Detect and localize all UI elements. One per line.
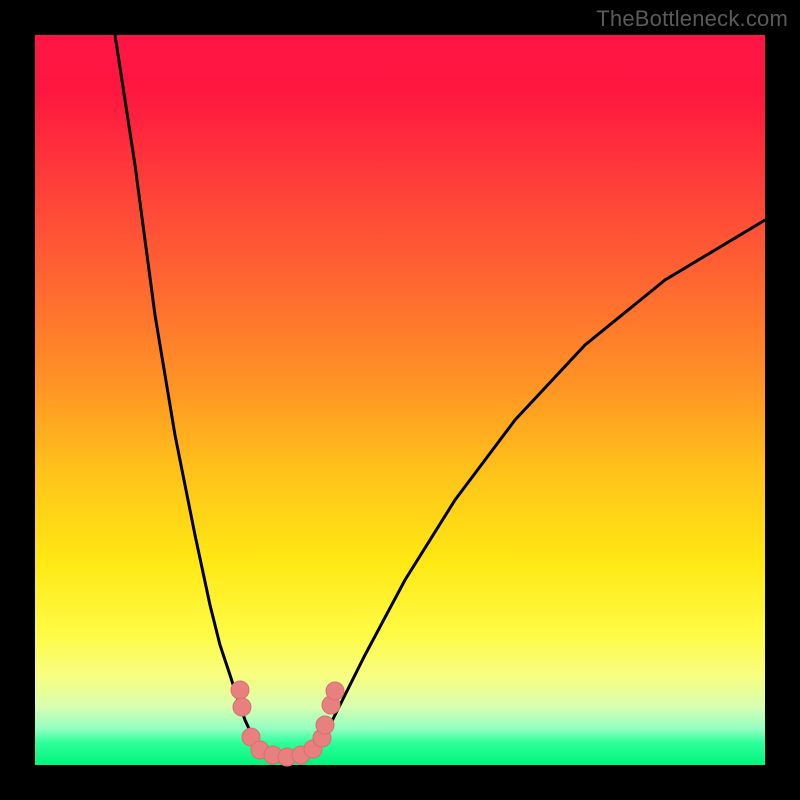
basin-marker bbox=[316, 716, 334, 734]
chart-frame: TheBottleneck.com bbox=[0, 0, 800, 800]
curve-svg bbox=[35, 35, 765, 765]
watermark-text: TheBottleneck.com bbox=[596, 6, 788, 32]
bottleneck-curve bbox=[115, 35, 765, 758]
plot-area bbox=[35, 35, 765, 765]
basin-marker bbox=[231, 681, 249, 699]
basin-marker bbox=[326, 682, 344, 700]
basin-marker bbox=[233, 698, 251, 716]
